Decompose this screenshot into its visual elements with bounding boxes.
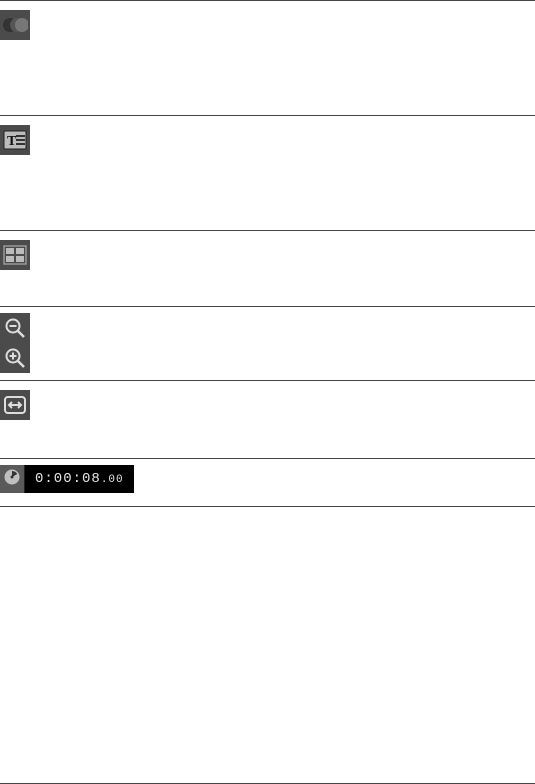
svg-text:T: T — [7, 134, 17, 149]
divider — [0, 506, 535, 507]
timecode-display[interactable]: 0:00:08.00 — [0, 465, 134, 493]
timecode-frac: .00 — [101, 474, 124, 486]
zoom-in-button[interactable] — [0, 343, 30, 373]
divider — [0, 230, 535, 231]
clock-icon — [3, 468, 21, 491]
zoom-in-icon — [4, 347, 26, 369]
page: T — [0, 0, 535, 784]
divider — [0, 0, 535, 1]
zoom-out-button[interactable] — [0, 313, 30, 343]
timecode-main: 0:00:08 — [35, 471, 101, 487]
titles-icon: T — [3, 130, 27, 150]
divider — [0, 115, 535, 116]
transitions-icon — [2, 15, 28, 35]
divider — [0, 458, 535, 459]
fit-width-button[interactable] — [0, 390, 30, 420]
templates-grid-icon — [3, 245, 27, 265]
divider — [0, 380, 535, 381]
timecode-value: 0:00:08.00 — [35, 471, 124, 487]
timecode-value-wrap: 0:00:08.00 — [24, 465, 134, 493]
templates-button[interactable] — [0, 240, 30, 270]
titles-button[interactable]: T — [0, 125, 30, 155]
fit-to-window-icon — [3, 394, 27, 416]
clock-icon-wrap — [0, 465, 24, 493]
divider — [0, 306, 535, 307]
zoom-out-icon — [4, 317, 26, 339]
transitions-button[interactable] — [0, 10, 30, 40]
